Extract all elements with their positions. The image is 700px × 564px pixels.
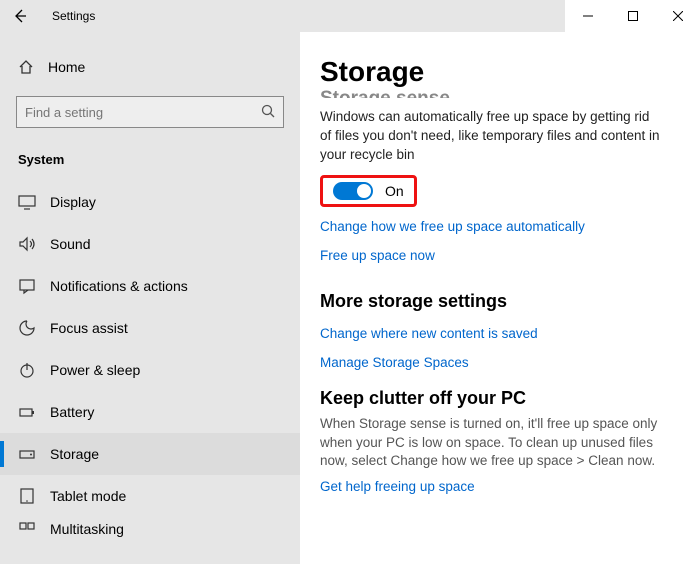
sidebar-item-label: Storage	[50, 446, 99, 462]
toggle-knob	[357, 184, 371, 198]
sidebar-item-label: Battery	[50, 404, 94, 420]
sidebar-item-label: Tablet mode	[50, 488, 126, 504]
sidebar-item-battery[interactable]: Battery	[0, 391, 300, 433]
sound-icon	[18, 235, 36, 253]
section-title: System	[0, 140, 300, 181]
sidebar-item-label: Notifications & actions	[50, 278, 188, 294]
sidebar-item-display[interactable]: Display	[0, 181, 300, 223]
back-button[interactable]	[0, 0, 40, 32]
sidebar-item-power[interactable]: Power & sleep	[0, 349, 300, 391]
window-controls	[565, 0, 700, 32]
more-settings-heading: More storage settings	[320, 291, 672, 312]
storage-sense-toggle-highlight: On	[320, 175, 417, 207]
search-icon	[261, 104, 275, 121]
search-input[interactable]	[25, 105, 245, 120]
battery-icon	[18, 403, 36, 421]
sidebar-item-label: Power & sleep	[50, 362, 140, 378]
sidebar-item-storage[interactable]: Storage	[0, 433, 300, 475]
keep-clutter-description: When Storage sense is turned on, it'll f…	[320, 415, 660, 472]
sidebar-item-label: Focus assist	[50, 320, 128, 336]
storage-sense-toggle[interactable]	[333, 182, 373, 200]
sidebar-item-sound[interactable]: Sound	[0, 223, 300, 265]
tablet-icon	[18, 487, 36, 505]
back-arrow-icon	[12, 8, 28, 24]
titlebar: Settings	[0, 0, 700, 32]
home-label: Home	[48, 59, 85, 75]
keep-clutter-heading: Keep clutter off your PC	[320, 388, 672, 409]
power-icon	[18, 361, 36, 379]
multitasking-icon	[18, 521, 36, 537]
search-input-wrap[interactable]	[16, 96, 284, 128]
page-title: Storage	[320, 56, 672, 88]
window-title: Settings	[40, 9, 95, 23]
content-pane: Storage Storage sense Windows can automa…	[300, 32, 700, 564]
focus-assist-icon	[18, 319, 36, 337]
sidebar-item-label: Sound	[50, 236, 90, 252]
link-change-where[interactable]: Change where new content is saved	[320, 326, 672, 341]
notifications-icon	[18, 277, 36, 295]
sidebar-item-label: Display	[50, 194, 96, 210]
sidebar-item-multitasking[interactable]: Multitasking	[0, 517, 300, 537]
sidebar: Home System Display Sound Notifications …	[0, 32, 300, 564]
toggle-state-label: On	[385, 183, 404, 199]
sidebar-item-tablet-mode[interactable]: Tablet mode	[0, 475, 300, 517]
link-manage-spaces[interactable]: Manage Storage Spaces	[320, 355, 672, 370]
sidebar-item-focus-assist[interactable]: Focus assist	[0, 307, 300, 349]
link-free-now[interactable]: Free up space now	[320, 248, 672, 263]
storage-sense-heading-cutoff: Storage sense	[320, 88, 672, 98]
sidebar-item-label: Multitasking	[50, 521, 124, 537]
home-nav[interactable]: Home	[0, 50, 300, 84]
link-change-auto[interactable]: Change how we free up space automaticall…	[320, 219, 672, 234]
home-icon	[18, 59, 34, 75]
minimize-button[interactable]	[565, 0, 610, 32]
storage-sense-description: Windows can automatically free up space …	[320, 108, 660, 165]
link-help-freeing[interactable]: Get help freeing up space	[320, 479, 672, 494]
storage-icon	[18, 445, 36, 463]
maximize-button[interactable]	[610, 0, 655, 32]
sidebar-item-notifications[interactable]: Notifications & actions	[0, 265, 300, 307]
close-button[interactable]	[655, 0, 700, 32]
display-icon	[18, 193, 36, 211]
